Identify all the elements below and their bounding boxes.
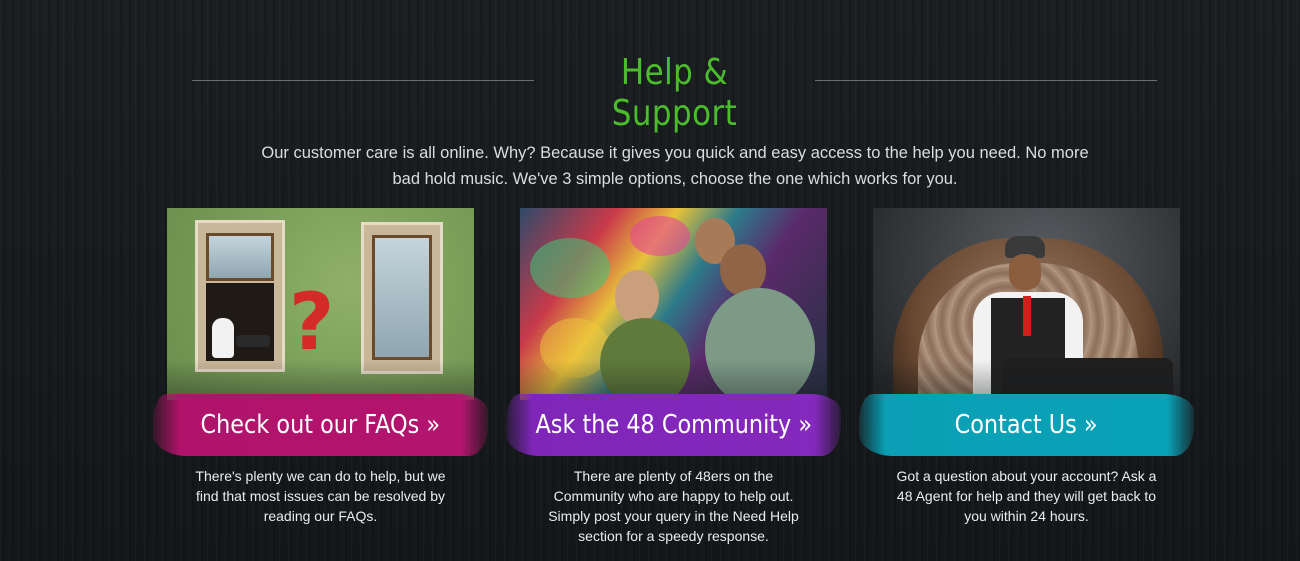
faq-description: There's plenty we can do to help, but we… <box>195 468 446 524</box>
faq-card: ? Check out our FAQs » There's plenty we… <box>153 208 488 524</box>
community-image <box>520 208 827 400</box>
heading-divider-right <box>815 80 1157 81</box>
contact-image <box>873 208 1180 400</box>
community-button[interactable]: Ask the 48 Community » <box>506 394 841 456</box>
faq-button[interactable]: Check out our FAQs » <box>153 394 488 456</box>
community-description: There are plenty of 48ers on the Communi… <box>548 468 799 544</box>
community-card: Ask the 48 Community » There are plenty … <box>506 208 841 544</box>
contact-card: Contact Us » Got a question about your a… <box>859 208 1194 524</box>
faq-image: ? <box>167 208 474 400</box>
page-title: Help & Support <box>611 52 738 134</box>
section-heading: Help & Support <box>192 52 1157 134</box>
intro-text: Our customer care is all online. Why? Be… <box>261 144 1089 188</box>
contact-button[interactable]: Contact Us » <box>859 394 1194 456</box>
contact-description: Got a question about your account? Ask a… <box>896 468 1157 524</box>
help-support-section: Help & Support Our customer care is all … <box>0 0 1300 561</box>
heading-divider-left <box>192 80 534 81</box>
